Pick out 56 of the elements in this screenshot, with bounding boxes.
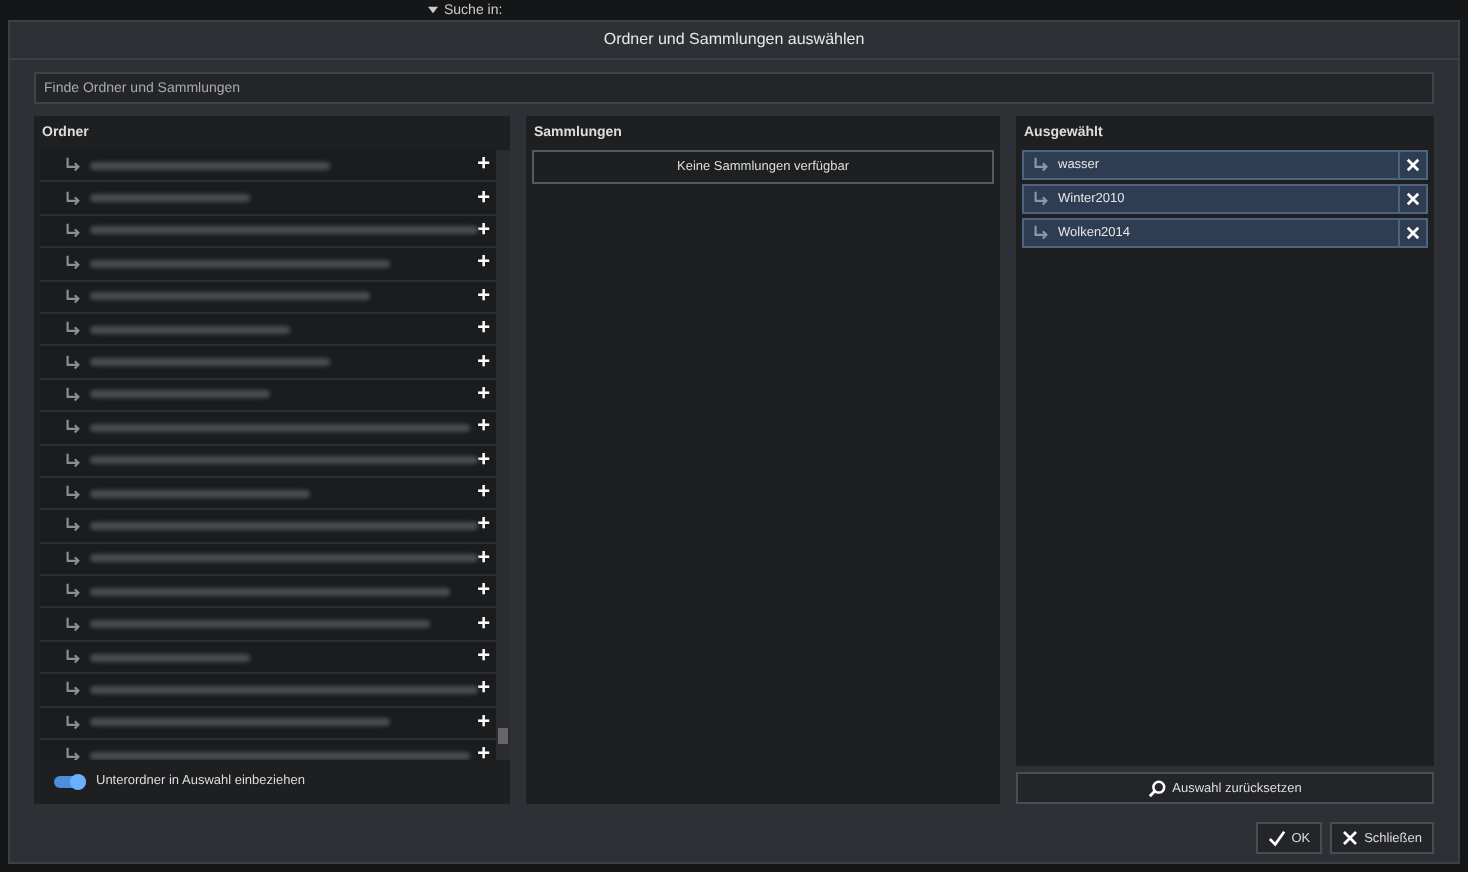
subfolder-arrow-icon — [64, 221, 82, 240]
search-icon — [1148, 779, 1167, 797]
folder-row[interactable]: + — [40, 379, 496, 413]
add-button[interactable]: + — [477, 252, 490, 275]
scrollbar[interactable] — [496, 150, 510, 760]
subfolder-arrow-icon — [64, 746, 82, 760]
subfolder-arrow-icon — [1032, 156, 1050, 174]
subfolder-arrow-icon — [64, 418, 82, 437]
subfolder-arrow-icon — [64, 320, 82, 339]
subfolder-arrow-icon — [64, 582, 82, 601]
triangle-icon — [428, 6, 438, 14]
add-button[interactable]: + — [477, 678, 490, 701]
add-button[interactable]: + — [477, 514, 490, 537]
subfolder-arrow-icon — [64, 385, 82, 404]
subfolder-arrow-icon — [64, 353, 82, 372]
subfolder-arrow-icon — [64, 156, 82, 175]
add-button[interactable]: + — [477, 187, 490, 210]
subfolder-arrow-icon — [64, 287, 82, 306]
subfolder-arrow-icon — [64, 713, 82, 732]
subfolder-arrow-icon — [64, 648, 82, 667]
add-button[interactable]: + — [477, 219, 490, 242]
folder-row[interactable]: + — [40, 281, 496, 314]
add-button[interactable]: + — [477, 711, 490, 734]
add-button[interactable]: + — [477, 744, 490, 760]
subfolder-arrow-icon — [64, 680, 82, 699]
add-button[interactable]: + — [477, 449, 490, 472]
close-icon — [1406, 226, 1420, 240]
subfolder-arrow-icon — [64, 549, 82, 568]
subfolder-arrow-icon — [64, 615, 82, 634]
toggle-switch[interactable] — [54, 775, 86, 787]
subfolder-arrow-icon — [64, 451, 82, 470]
subfolder-arrow-icon — [64, 484, 82, 503]
subfolder-arrow-icon — [64, 516, 82, 535]
add-button[interactable]: + — [477, 318, 490, 341]
subfolder-arrow-icon — [64, 189, 82, 208]
subfolder-arrow-icon — [1032, 190, 1050, 208]
add-button[interactable]: + — [477, 154, 490, 177]
folder-row[interactable]: + — [40, 707, 496, 741]
add-button[interactable]: + — [477, 285, 490, 308]
window-title: Ordner und Sammlungen auswählen — [10, 22, 1458, 60]
add-button[interactable]: + — [477, 351, 490, 374]
folder-row[interactable]: + — [40, 543, 496, 577]
close-icon — [1406, 192, 1420, 206]
subfolder-arrow-icon — [64, 254, 82, 273]
close-icon — [1342, 830, 1359, 846]
close-icon — [1406, 158, 1420, 172]
add-button[interactable]: + — [477, 547, 490, 570]
add-button[interactable]: + — [477, 580, 490, 603]
subfolder-arrow-icon — [1032, 224, 1050, 242]
add-button[interactable]: + — [477, 646, 490, 669]
add-button[interactable]: + — [477, 482, 490, 505]
add-button[interactable]: + — [477, 383, 490, 406]
folder-row[interactable]: + — [40, 445, 496, 478]
checkmark-icon — [1267, 829, 1286, 847]
add-button[interactable]: + — [477, 613, 490, 636]
add-button[interactable]: + — [477, 416, 490, 439]
